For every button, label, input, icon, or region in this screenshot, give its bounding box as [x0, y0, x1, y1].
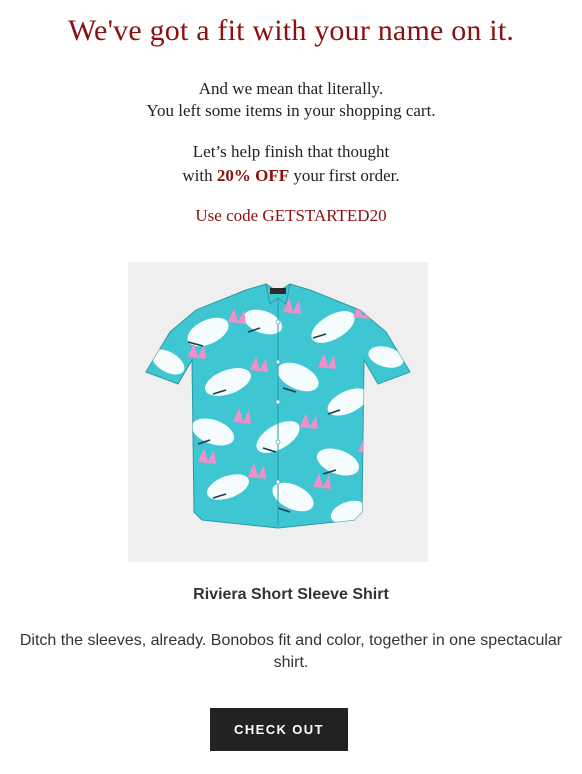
- promo-code: Use code GETSTARTED20: [195, 206, 387, 225]
- offer-line-1: Let’s help finish that thought: [192, 142, 390, 161]
- discount-highlight: 20% OFF: [216, 166, 290, 185]
- offer-text: Let’s help finish that thought with 20% …: [0, 140, 582, 188]
- product-image[interactable]: [128, 262, 428, 562]
- checkout-button[interactable]: CHECK OUT: [210, 708, 348, 751]
- email-headline: We've got a fit with your name on it.: [67, 14, 515, 47]
- intro-line-1: And we mean that literally.: [198, 79, 384, 98]
- shirt-image: [145, 282, 411, 529]
- offer-prefix: with: [182, 166, 217, 185]
- intro-line-2: You left some items in your shopping car…: [146, 101, 436, 120]
- product-name[interactable]: Riviera Short Sleeve Shirt: [0, 586, 582, 604]
- product-description: Ditch the sleeves, already. Bonobos fit …: [19, 632, 563, 671]
- offer-line-2: with 20% OFF your first order.: [0, 164, 582, 188]
- intro-text: And we mean that literally. You left som…: [0, 78, 582, 122]
- offer-suffix: your first order.: [289, 166, 400, 185]
